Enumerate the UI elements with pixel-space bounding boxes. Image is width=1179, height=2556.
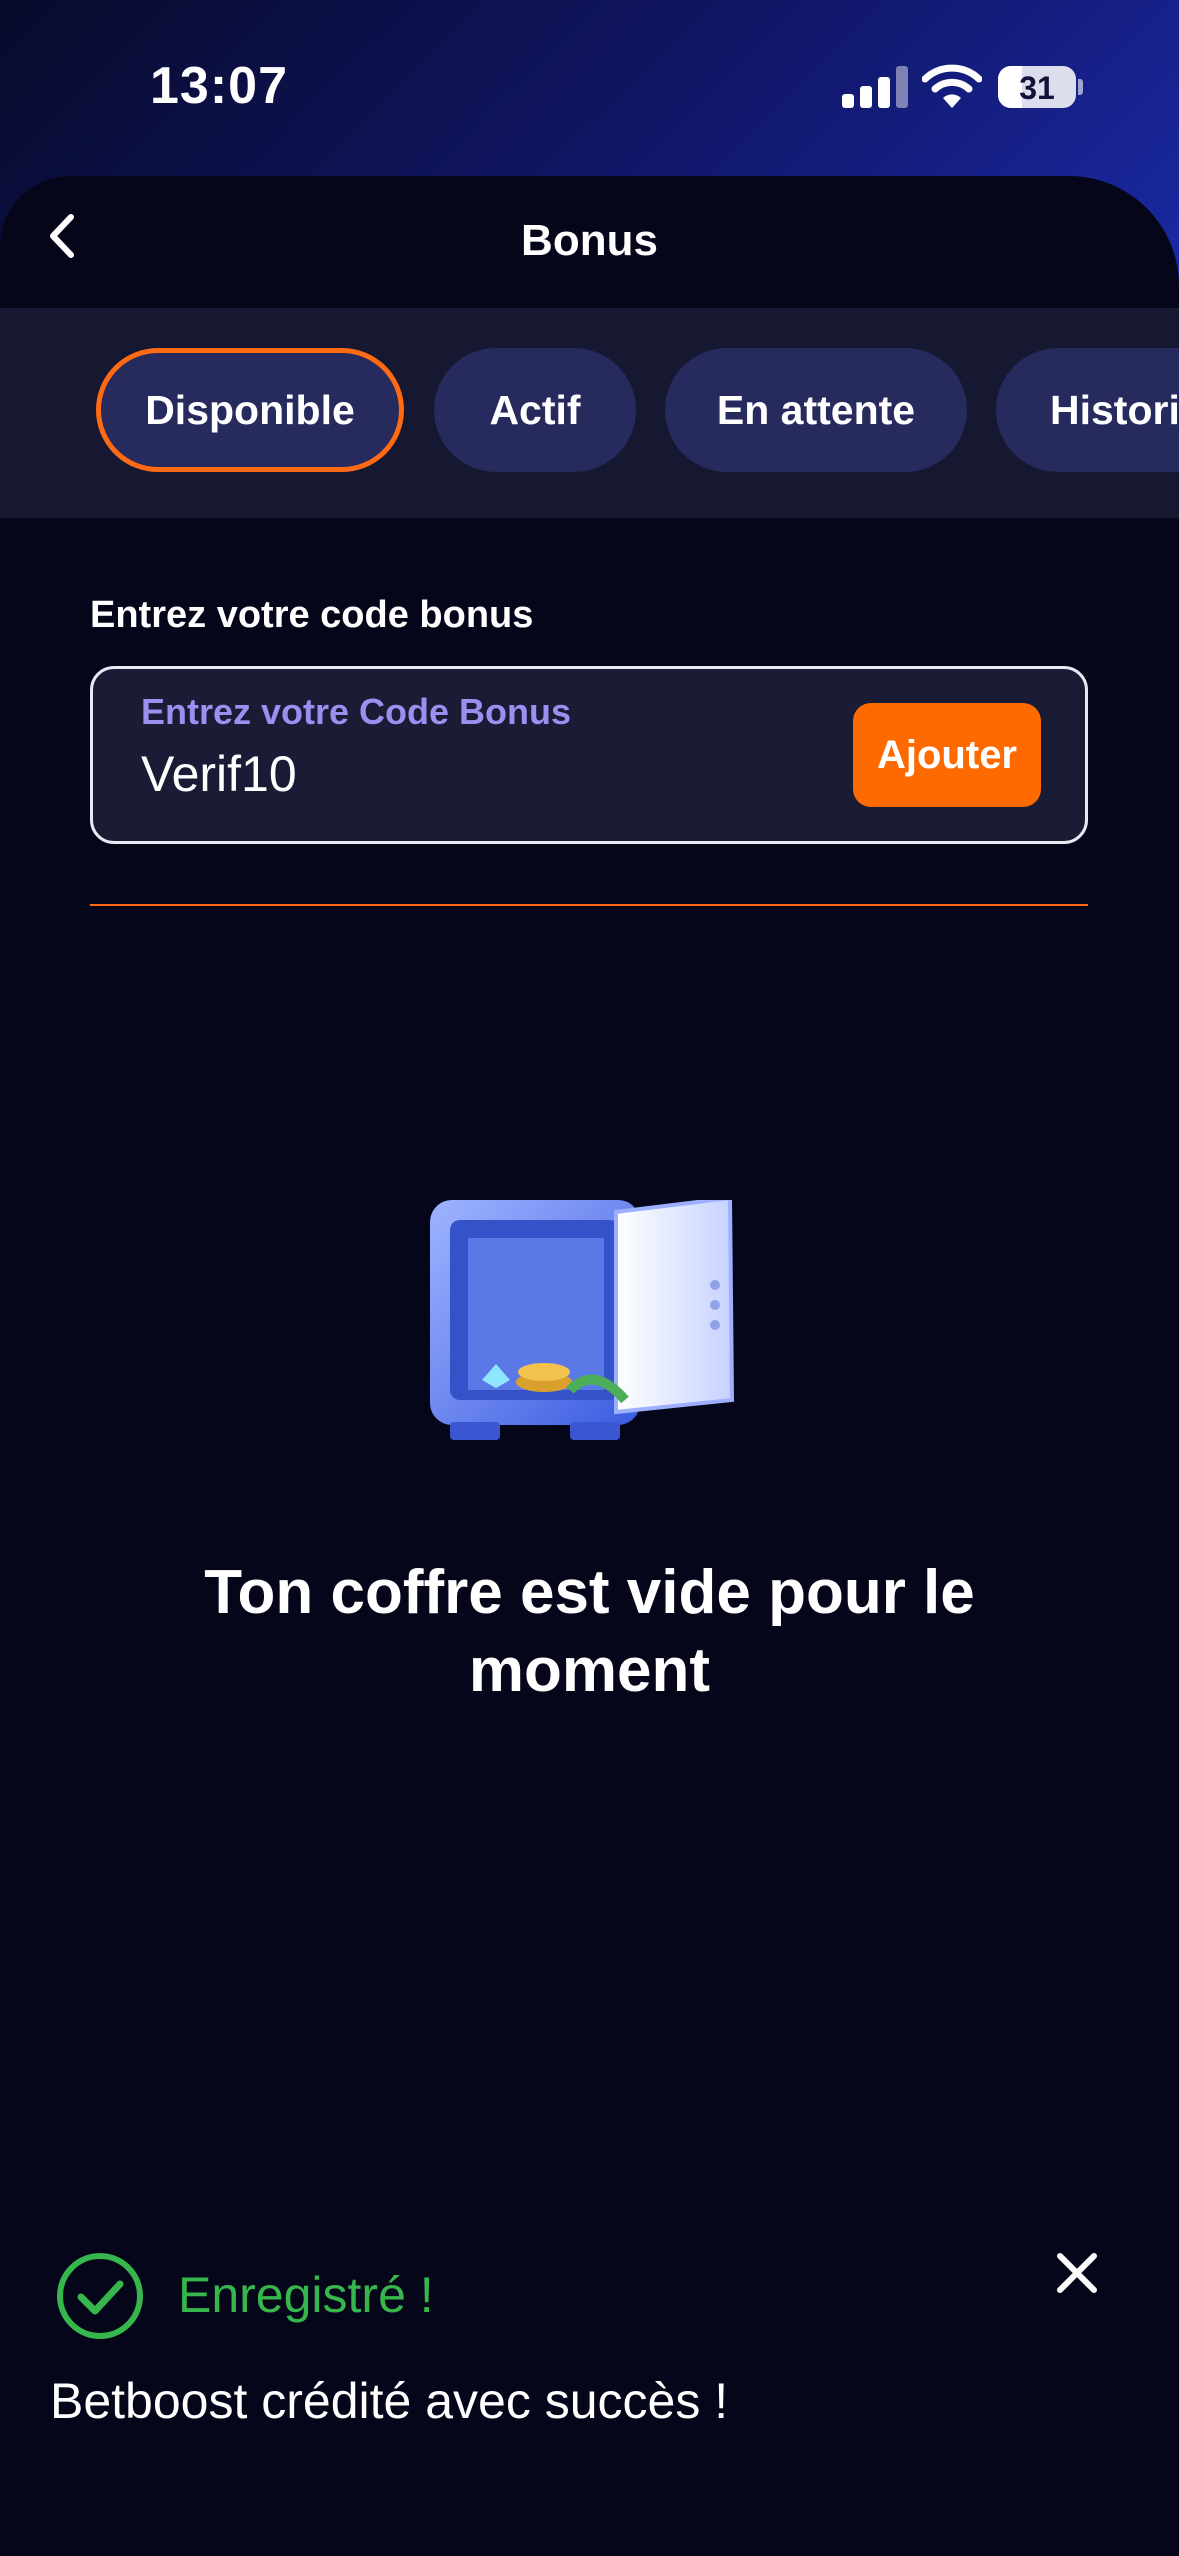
tab-label: Historique <box>1050 386 1179 433</box>
empty-state-message: Ton coffre est vide pour le moment <box>204 1558 975 1705</box>
tab-actif[interactable]: Actif <box>434 348 636 472</box>
check-circle-icon <box>57 2253 143 2339</box>
close-icon[interactable] <box>1052 2248 1102 2298</box>
status-time: 13:07 <box>150 57 288 115</box>
page-title: Bonus <box>521 216 658 265</box>
tab-label: En attente <box>716 386 916 433</box>
cellular-signal-icon <box>842 66 910 108</box>
toast-title: Enregistré ! <box>178 2267 434 2323</box>
battery-icon: 31 <box>998 66 1076 108</box>
success-toast: Enregistré ! Betboost crédité avec succè… <box>0 2220 1179 2556</box>
wifi-icon <box>922 64 982 108</box>
status-bar: 13:07 31 <box>0 0 1179 175</box>
bonus-code-section-label: Entrez votre code bonus <box>90 594 534 636</box>
bonus-code-input-box[interactable]: Entrez votre Code Bonus Verif10 Ajouter <box>90 666 1088 844</box>
tab-historique[interactable]: Historique <box>996 348 1179 472</box>
toast-message: Betboost crédité avec succès ! <box>50 2373 729 2429</box>
tab-en-attente[interactable]: En attente <box>665 348 967 472</box>
battery-level: 31 <box>1019 70 1055 106</box>
tab-label: Disponible <box>145 386 355 433</box>
add-button[interactable]: Ajouter <box>853 703 1041 807</box>
header: Bonus <box>0 176 1179 308</box>
tab-label: Actif <box>489 386 581 433</box>
bonus-sheet: Bonus Disponible Actif En attente Histor… <box>0 176 1179 2556</box>
open-safe-illustration <box>430 1200 735 1440</box>
battery-nub <box>1078 79 1083 95</box>
bonus-code-input[interactable]: Verif10 <box>141 745 297 803</box>
bonus-code-field-label: Entrez votre Code Bonus <box>141 691 572 732</box>
tab-disponible[interactable]: Disponible <box>96 348 404 472</box>
divider <box>90 904 1088 906</box>
tabs-bar: Disponible Actif En attente Historique <box>0 308 1179 518</box>
